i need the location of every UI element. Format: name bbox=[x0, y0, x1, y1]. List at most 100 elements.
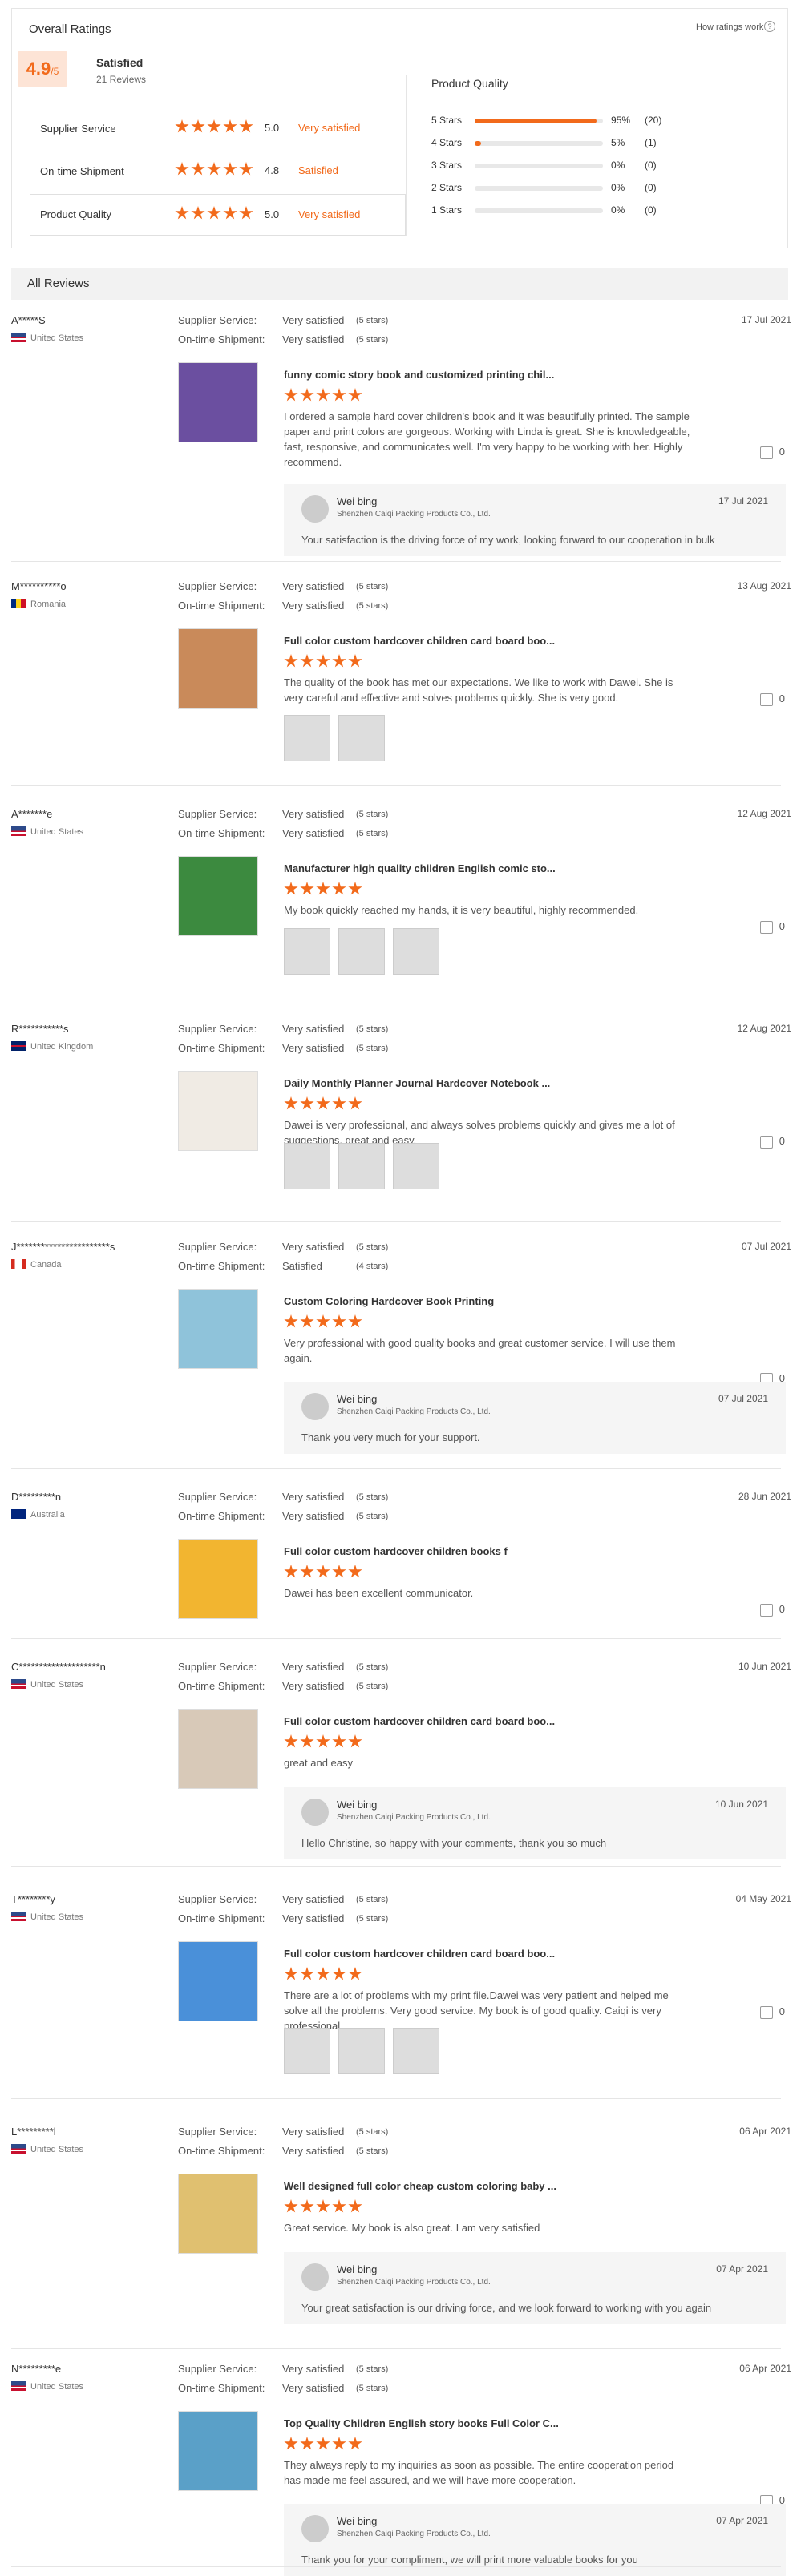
star-icon bbox=[284, 1967, 298, 1980]
review-photo[interactable] bbox=[338, 2028, 385, 2074]
seller-reply: Wei bing Shenzhen Caiqi Packing Products … bbox=[284, 484, 786, 556]
on-time-shipment-label: On-time Shipment: bbox=[178, 1260, 265, 1272]
review-separator bbox=[11, 2348, 781, 2349]
review-photo[interactable] bbox=[393, 928, 439, 975]
country-name: United States bbox=[30, 333, 84, 343]
on-time-shipment-verdict: Very satisfied bbox=[282, 1510, 345, 1522]
product-title-link[interactable]: Full color custom hardcover children car… bbox=[284, 635, 555, 647]
on-time-shipment-stars: (5 stars) bbox=[356, 1682, 389, 1691]
product-thumbnail[interactable] bbox=[178, 362, 258, 442]
review-item: R***********s United Kingdom Supplier Serv… bbox=[0, 1023, 809, 1231]
review-separator bbox=[11, 561, 781, 562]
flag-icon bbox=[11, 332, 26, 342]
like-button[interactable]: 0 bbox=[759, 446, 785, 459]
category-row-supplier-service: Supplier Service bbox=[40, 122, 116, 136]
how-ratings-work-link[interactable]: How ratings work bbox=[696, 22, 763, 32]
star-icon bbox=[300, 654, 314, 668]
supplier-service-stars: (5 stars) bbox=[356, 316, 389, 325]
star-icon bbox=[207, 206, 221, 220]
review-photo[interactable] bbox=[284, 2028, 330, 2074]
review-stars bbox=[284, 1565, 364, 1579]
product-title-link[interactable]: Custom Coloring Hardcover Book Printing bbox=[284, 1295, 494, 1307]
like-button[interactable]: 0 bbox=[759, 2005, 785, 2019]
product-title-link[interactable]: Full color custom hardcover children car… bbox=[284, 1715, 555, 1727]
review-photo[interactable] bbox=[338, 1143, 385, 1189]
review-photo[interactable] bbox=[284, 928, 330, 975]
product-title-link[interactable]: Top Quality Children English story books… bbox=[284, 2417, 559, 2429]
distribution-count: (0) bbox=[645, 182, 657, 193]
flag-icon bbox=[11, 826, 26, 836]
supplier-service-stars: (5 stars) bbox=[356, 1242, 389, 1252]
reply-name: Wei bing bbox=[337, 2515, 378, 2527]
reply-company: Shenzhen Caiqi Packing Products Co., Ltd… bbox=[337, 1813, 491, 1822]
seller-avatar bbox=[301, 2515, 329, 2542]
reviewer-country: United States bbox=[11, 824, 83, 838]
product-thumbnail[interactable] bbox=[178, 1071, 258, 1151]
product-thumbnail[interactable] bbox=[178, 1709, 258, 1789]
star-icon bbox=[300, 1565, 314, 1578]
review-text: I ordered a sample hard cover children's… bbox=[284, 410, 690, 468]
on-time-shipment-label: On-time Shipment: bbox=[178, 2145, 265, 2157]
star-icon bbox=[332, 1314, 346, 1328]
star-icon bbox=[316, 2437, 330, 2450]
on-time-shipment-verdict: Very satisfied bbox=[282, 1912, 345, 1924]
star-icon bbox=[175, 206, 189, 220]
product-thumbnail[interactable] bbox=[178, 628, 258, 709]
supplier-service-stars: (5 stars) bbox=[356, 1492, 389, 1502]
supplier-service-verdict: Very satisfied bbox=[282, 1893, 345, 1905]
product-thumbnail[interactable] bbox=[178, 2411, 258, 2491]
review-text: My book quickly reached my hands, it is … bbox=[284, 904, 639, 916]
category-score: 4.8 bbox=[265, 164, 280, 176]
review-photo[interactable] bbox=[393, 1143, 439, 1189]
product-title-link[interactable]: funny comic story book and customized pr… bbox=[284, 369, 554, 381]
product-thumbnail[interactable] bbox=[178, 1941, 258, 2021]
help-icon[interactable]: ? bbox=[764, 21, 775, 32]
supplier-service-label: Supplier Service: bbox=[178, 1661, 257, 1673]
like-button[interactable]: 0 bbox=[759, 1135, 785, 1149]
reply-text: Thank you for your compliment, we will p… bbox=[301, 2554, 638, 2566]
on-time-shipment-label: On-time Shipment: bbox=[178, 1680, 265, 1692]
review-text: Great service. My book is also great. I … bbox=[284, 2222, 540, 2234]
reviewer-name: R***********s bbox=[11, 1023, 69, 1035]
product-title-link[interactable]: Daily Monthly Planner Journal Hardcover … bbox=[284, 1077, 550, 1089]
product-title-link[interactable]: Full color custom hardcover children car… bbox=[284, 1948, 555, 1960]
like-button[interactable]: 0 bbox=[759, 1603, 785, 1617]
flag-icon bbox=[11, 2380, 26, 2391]
flag-icon bbox=[11, 1911, 26, 1921]
product-thumbnail[interactable] bbox=[178, 2174, 258, 2254]
supplier-service-label: Supplier Service: bbox=[178, 1241, 257, 1253]
review-photo[interactable] bbox=[338, 715, 385, 761]
on-time-shipment-label: On-time Shipment: bbox=[178, 1912, 265, 1924]
review-photo[interactable] bbox=[284, 1143, 330, 1189]
country-name: United States bbox=[30, 1680, 84, 1690]
product-title-link[interactable]: Full color custom hardcover children boo… bbox=[284, 1545, 508, 1557]
review-count: 21 Reviews bbox=[96, 74, 147, 85]
review-separator bbox=[11, 2566, 781, 2567]
thumb-up-icon bbox=[759, 1603, 773, 1617]
flag-icon bbox=[11, 1678, 26, 1689]
supplier-service-label: Supplier Service: bbox=[178, 1893, 257, 1905]
review-item: A*******e United States Supplier Service: V… bbox=[0, 808, 809, 1008]
product-thumbnail[interactable] bbox=[178, 1289, 258, 1369]
review-photo[interactable] bbox=[338, 928, 385, 975]
review-photo[interactable] bbox=[284, 715, 330, 761]
like-button[interactable]: 0 bbox=[759, 692, 785, 706]
reply-text: Your satisfaction is the driving force o… bbox=[301, 534, 715, 546]
star-icon bbox=[316, 882, 330, 895]
like-button[interactable]: 0 bbox=[759, 920, 785, 934]
reply-company: Shenzhen Caiqi Packing Products Co., Ltd… bbox=[337, 2278, 491, 2287]
category-stars bbox=[175, 206, 255, 220]
product-thumbnail[interactable] bbox=[178, 1539, 258, 1619]
star-icon bbox=[316, 1565, 330, 1578]
review-photo[interactable] bbox=[393, 2028, 439, 2074]
thumb-up-icon bbox=[759, 920, 773, 934]
product-title-link[interactable]: Well designed full color cheap custom co… bbox=[284, 2180, 556, 2192]
star-icon bbox=[332, 2437, 346, 2450]
review-stars bbox=[284, 2199, 364, 2214]
product-thumbnail[interactable] bbox=[178, 856, 258, 936]
star-icon bbox=[239, 162, 253, 176]
category-label: Supplier Service bbox=[40, 123, 116, 135]
on-time-shipment-stars: (5 stars) bbox=[356, 2384, 389, 2393]
product-title-link[interactable]: Manufacturer high quality children Engli… bbox=[284, 862, 556, 874]
thumb-up-icon bbox=[759, 446, 773, 459]
